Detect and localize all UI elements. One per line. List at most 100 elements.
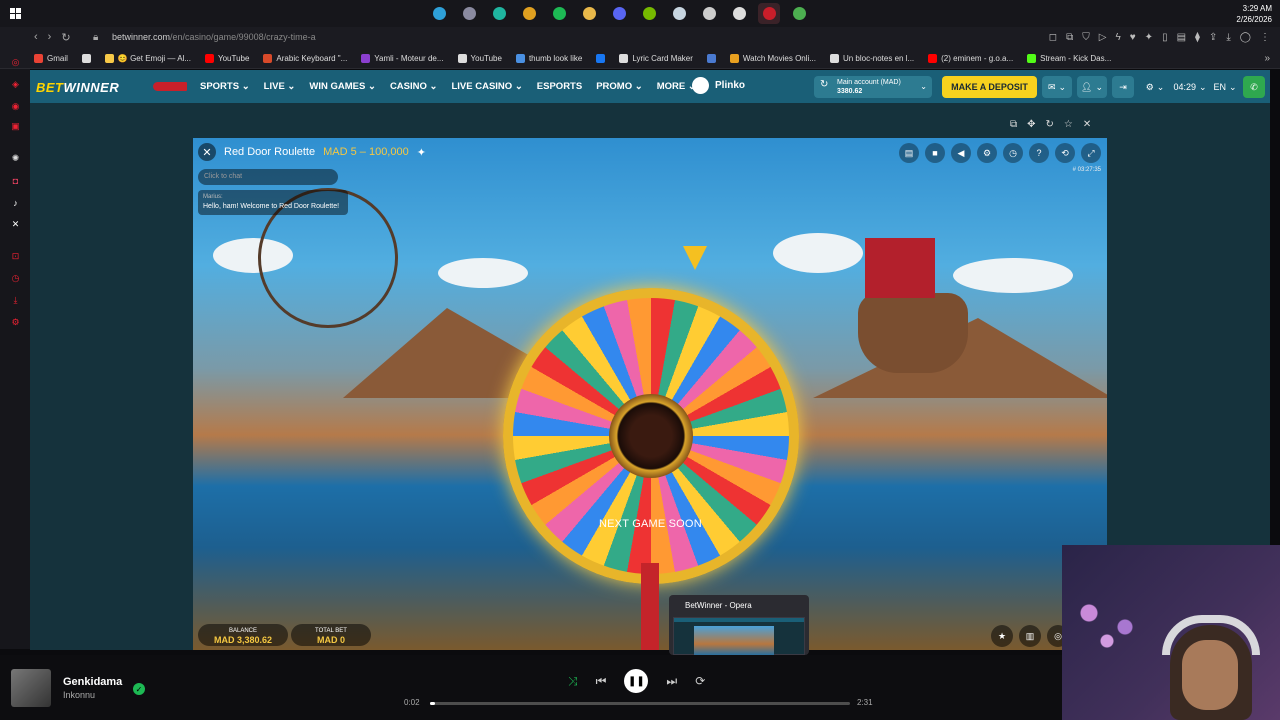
bookmark-item[interactable]: Watch Movies Onli... [729,54,816,63]
menu-item[interactable]: LIVE ⌄ [264,81,296,92]
track-title[interactable]: Genkidama [63,676,122,688]
album-art[interactable] [11,669,51,707]
bookmark-item[interactable]: (2) eminem - g.o.a... [928,54,1013,63]
reload-icon[interactable]: ↻ [61,31,70,44]
close-icon[interactable]: ✕ [198,143,216,161]
volume-icon[interactable]: ◀︎ [951,143,971,163]
menu-item[interactable]: PROMO ⌄ [596,81,643,92]
system-clock[interactable]: 3:29 AM 2/26/2026 [1236,3,1272,25]
refresh-icon[interactable]: ↻ [820,80,828,90]
chrome-icon[interactable] [518,3,540,24]
bookmark-item[interactable]: YouTube [457,54,502,63]
opera-icon[interactable]: ◎ [10,57,21,68]
wallet-icon[interactable]: ▤ [1177,32,1186,43]
shuffle-icon[interactable]: ⤨ [568,674,578,689]
bookmarks-more-icon[interactable]: » [1264,53,1270,64]
close-icon[interactable]: ✕ [1083,119,1091,130]
menu-item[interactable]: ESPORTS [537,81,582,92]
lightning-icon[interactable]: ϟ [1115,32,1120,43]
bookmark-item[interactable] [81,54,91,63]
discord-icon[interactable] [608,3,630,24]
folder-icon[interactable] [578,3,600,24]
bookmark-item[interactable]: Un bloc-notes en l... [829,54,914,63]
opera-icon[interactable] [758,3,780,24]
account-icon[interactable]: ◯ [1240,32,1251,43]
gear-icon[interactable]: ⚙ [977,143,997,163]
progress-bar[interactable] [430,702,850,705]
lightbulb-icon[interactable]: ✦ [1145,32,1153,43]
menu-item[interactable]: CASINO ⌄ [390,81,438,92]
bookmark-item[interactable]: YouTube [204,54,249,63]
move-icon[interactable]: ✥ [1027,119,1035,130]
pin-icon[interactable]: ⊡ [10,251,21,262]
ai-icon[interactable] [698,3,720,24]
pin-icon[interactable]: ✦ [417,146,426,159]
call-button[interactable]: ✆ [1243,76,1265,98]
bookmark-item[interactable] [596,54,606,63]
back-icon[interactable]: ‹ [34,31,38,44]
battery-icon[interactable]: ▯ [1162,32,1168,43]
settings-icon[interactable]: ⚙ [10,317,21,328]
menu-item[interactable]: MORE ⌄ [657,81,696,92]
next-icon[interactable]: ⏭︎ [666,674,677,689]
messages-button[interactable]: ✉ ⌄ [1042,76,1072,98]
bookmark-item[interactable]: Arabic Keyboard "... [263,54,347,63]
windows-start-icon[interactable] [10,8,21,19]
heart-icon[interactable]: ♥ [1130,32,1136,43]
messenger-icon[interactable]: ◉ [10,101,21,112]
stats-icon[interactable] [788,3,810,24]
edge-icon[interactable] [428,3,450,24]
plinko-link[interactable]: Plinko [692,77,745,94]
chatgpt-icon[interactable]: ✺ [10,153,21,164]
chat-icon[interactable]: ▤ [899,143,919,163]
bookmark-item[interactable]: Lyric Card Maker [619,54,693,63]
betwinner-logo[interactable]: BETWINNER [36,80,119,95]
stats-icon[interactable]: ▥ [1019,625,1041,647]
url-field[interactable]: betwinner.com/en/casino/game/99008/crazy… [112,32,316,42]
instagram-icon[interactable]: ◘ [10,175,21,186]
history-icon[interactable]: ◷ [10,273,21,284]
menu-icon[interactable]: ⋮ [1260,32,1270,43]
steam-icon[interactable] [668,3,690,24]
logout-button[interactable]: ⇥ [1112,76,1134,98]
bookmark-item[interactable]: Gmail [34,54,68,63]
whatsapp-icon[interactable]: ▣ [10,121,21,132]
bookmark-item[interactable]: Yamli - Moteur de... [361,54,444,63]
plane-icon[interactable] [153,82,187,91]
pause-button[interactable]: ❚❚ [624,669,649,693]
bookmark-item[interactable]: Stream - Kick Das... [1027,54,1111,63]
menu-item[interactable]: SPORTS ⌄ [200,81,250,92]
tab-preview[interactable]: BetWinner - Opera [669,595,809,655]
bookmark-icon[interactable]: ◻ [1049,32,1057,43]
menu-item[interactable]: WIN GAMES ⌄ [309,81,376,92]
lobby-icon[interactable]: ⟲ [1055,143,1075,163]
bookmark-item[interactable] [706,54,716,63]
app-icon[interactable] [458,3,480,24]
bookmark-item[interactable]: thumb look like [515,54,582,63]
nvidia-icon[interactable] [638,3,660,24]
star-icon[interactable]: ☆ [1064,119,1073,130]
account-selector[interactable]: ↻ Main account (MAD) 3380.62 ⌄ [814,76,932,98]
menu-item[interactable]: LIVE CASINO ⌄ [451,81,522,92]
downloads-icon[interactable]: ⤓ [10,295,21,306]
external-link-icon[interactable]: ⧉ [1010,119,1017,130]
share-icon[interactable]: ⇪ [1209,32,1217,43]
fullscreen-icon[interactable]: ⤢ [1081,143,1101,163]
make-deposit-button[interactable]: MAKE A DEPOSIT [942,76,1037,98]
refresh-icon[interactable]: ↻ [1046,119,1054,130]
spotify-icon[interactable] [548,3,570,24]
history-icon[interactable]: ◷ [1003,143,1023,163]
send-icon[interactable]: ▷ [1099,32,1107,43]
lock-icon[interactable]: 🔒︎ [93,32,98,43]
shield-icon[interactable]: ⛉ [1082,32,1090,43]
previous-icon[interactable]: ⏮︎ [596,674,607,689]
help-icon[interactable]: ? [1029,143,1049,163]
video-icon[interactable]: ■ [925,143,945,163]
bookmark-item[interactable]: 😊 Get Emoji — Al... [104,54,191,63]
extensions-icon[interactable]: ⧫ [1195,32,1200,43]
profile-button[interactable]: 👤︎ ⌄ [1077,76,1107,98]
time-display[interactable]: 04:29 ⌄ [1172,76,1208,98]
download-icon[interactable]: ⤓ [1226,32,1230,43]
chat-input[interactable]: Click to chat [198,169,338,185]
track-artist[interactable]: Inkonnu [63,690,95,700]
